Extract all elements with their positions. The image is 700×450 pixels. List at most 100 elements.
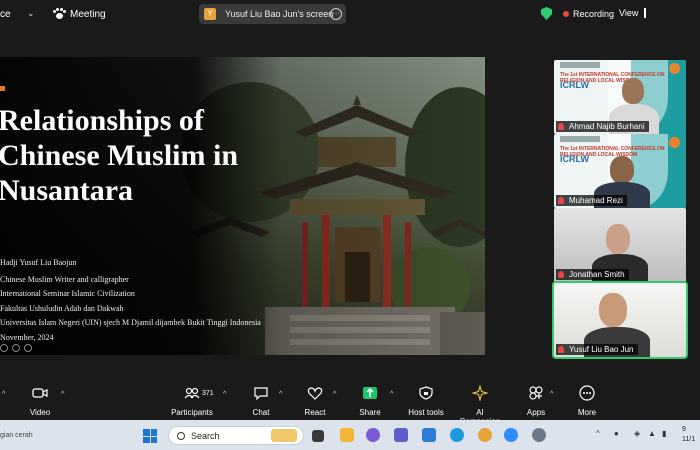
- weather-widget[interactable]: gian cerah: [0, 432, 33, 439]
- audio-options-arrow[interactable]: ^: [2, 391, 5, 398]
- view-layout-icon: [644, 8, 647, 18]
- screen-share-indicator[interactable]: Y Yusuf Liu Bao Jun's screen ···: [199, 4, 346, 24]
- zoom-out-icon[interactable]: [12, 344, 20, 352]
- participant-name-tag: Ahmad Najib Burhani: [556, 121, 649, 132]
- apps-options-arrow[interactable]: ^: [550, 391, 553, 398]
- volume-icon[interactable]: ▲: [648, 429, 656, 438]
- video-button[interactable]: Video: [28, 383, 52, 417]
- active-speaker-tile[interactable]: Yusuf Liu Bao Jun: [552, 281, 688, 359]
- recording-dot-icon: [563, 11, 569, 17]
- video-label: Video: [29, 408, 51, 417]
- taskbar-clock[interactable]: 9 11/1: [682, 425, 695, 445]
- react-button[interactable]: React: [303, 383, 327, 417]
- muted-mic-icon: [558, 123, 564, 130]
- banner-acronym: ICRLW: [560, 154, 589, 164]
- more-dots-icon: [579, 385, 595, 401]
- participant-tile[interactable]: The 1st INTERNATIONAL CONFERENCE ON RELI…: [554, 134, 686, 208]
- tray-chevron-icon[interactable]: ^: [596, 429, 600, 438]
- participant-name-tag: Yusuf Liu Bao Jun: [556, 344, 638, 355]
- participant-tile[interactable]: Jonathan Smith: [554, 208, 686, 282]
- participants-count: 371: [202, 390, 214, 397]
- encryption-shield-icon[interactable]: [541, 7, 552, 20]
- top-bar: ce ⌄ Meeting Y Yusuf Liu Bao Jun's scree…: [0, 0, 700, 28]
- chat-button[interactable]: Chat: [251, 383, 271, 417]
- slide-title-line: Chinese Muslim in: [0, 139, 239, 172]
- participant-name: Yusuf Liu Bao Jun: [569, 345, 634, 354]
- edge-icon[interactable]: [450, 428, 464, 442]
- participants-options-arrow[interactable]: ^: [223, 391, 226, 398]
- more-options-icon[interactable]: ···: [330, 8, 342, 20]
- teams-icon[interactable]: [394, 428, 408, 442]
- slide-info-line: Chinese Muslim Writer and calligrapher: [0, 275, 129, 284]
- chat-label: Chat: [252, 408, 270, 417]
- share-options-arrow[interactable]: ^: [390, 391, 393, 398]
- banner-acronym: ICRLW: [560, 80, 589, 90]
- share-screen-icon: [363, 387, 377, 399]
- paw-icon: [53, 8, 66, 20]
- chevron-down-icon[interactable]: ⌄: [27, 8, 35, 19]
- react-options-arrow[interactable]: ^: [333, 391, 336, 398]
- search-placeholder: Search: [191, 430, 220, 441]
- view-button[interactable]: View: [619, 8, 647, 18]
- host-tools-label: Host tools: [408, 408, 444, 417]
- settings-gear-icon[interactable]: [532, 428, 546, 442]
- share-label: Share: [359, 408, 381, 417]
- video-options-arrow[interactable]: ^: [61, 391, 64, 398]
- participant-name: Ahmad Najib Burhani: [569, 122, 645, 131]
- recording-indicator[interactable]: Recording: [563, 9, 614, 19]
- participant-tile[interactable]: The 1st INTERNATIONAL CONFERENCE ON RELI…: [554, 60, 686, 134]
- sharer-avatar-icon: Y: [204, 8, 216, 20]
- apps-icon: [529, 386, 543, 400]
- slide-title: Relationships of Chinese Muslim in Nusan…: [0, 103, 298, 208]
- more-label: More: [577, 408, 597, 417]
- slide-control-icons[interactable]: [0, 344, 32, 352]
- chat-options-arrow[interactable]: ^: [279, 391, 282, 398]
- participants-button[interactable]: Participants: [171, 383, 213, 417]
- apps-button[interactable]: Apps: [526, 383, 546, 417]
- slide-info-line: Universitas Islam Negeri (UIN) sjech M D…: [0, 318, 261, 327]
- search-icon: [177, 431, 185, 440]
- apps-label: Apps: [526, 408, 546, 417]
- window-name-fragment: ce: [0, 9, 11, 20]
- slide-accent-marker: [0, 86, 5, 91]
- muted-mic-icon: [558, 197, 564, 204]
- view-label: View: [619, 8, 639, 18]
- taskbar-search-box[interactable]: Search: [168, 426, 304, 445]
- microphone-icon[interactable]: ●: [614, 429, 619, 438]
- host-tools-button[interactable]: Host tools: [408, 383, 444, 417]
- chrome-icon[interactable]: [478, 428, 492, 442]
- meeting-info-button[interactable]: Meeting: [53, 8, 106, 20]
- participant-name: Jonathan Smith: [569, 270, 625, 279]
- slide-date: November, 2024: [0, 333, 54, 342]
- zoom-window: ce ⌄ Meeting Y Yusuf Liu Bao Jun's scree…: [0, 0, 700, 450]
- slide-info-line: International Seminar Islamic Civilizati…: [0, 289, 135, 298]
- task-view-icon[interactable]: [312, 430, 324, 442]
- chat-bubble-icon: [254, 387, 268, 400]
- participant-name-tag: Muhamad Rezi: [556, 195, 627, 206]
- wifi-icon[interactable]: ◈: [634, 429, 640, 438]
- search-highlight-image: [271, 429, 297, 442]
- store-icon[interactable]: [422, 428, 436, 442]
- slide-title-line: Nusantara: [0, 174, 134, 207]
- more-icon[interactable]: [24, 344, 32, 352]
- more-button[interactable]: More: [576, 383, 598, 417]
- host-shield-icon: [419, 386, 433, 400]
- muted-mic-icon: [558, 271, 564, 278]
- zoom-in-icon[interactable]: [0, 344, 8, 352]
- meeting-toolbar: ^ Video ^ Participants 371 ^ Chat ^ Reac…: [0, 383, 700, 426]
- windows-start-icon[interactable]: [143, 429, 157, 443]
- file-explorer-icon[interactable]: [340, 428, 354, 442]
- video-camera-icon: [32, 388, 48, 398]
- share-label: Yusuf Liu Bao Jun's screen: [225, 9, 334, 19]
- participants-label: Participants: [171, 408, 213, 417]
- participant-name-tag: Jonathan Smith: [556, 269, 629, 280]
- shared-screen-slide: Relationships of Chinese Muslim in Nusan…: [0, 57, 485, 355]
- slide-info-line: Fakultas Ushuludin Adab dan Dakwah: [0, 304, 124, 313]
- react-label: React: [304, 408, 326, 417]
- copilot-icon[interactable]: [366, 428, 380, 442]
- share-button[interactable]: Share: [358, 383, 382, 417]
- zoom-app-icon[interactable]: [504, 428, 518, 442]
- battery-icon[interactable]: ▮: [662, 429, 666, 438]
- heart-icon: [307, 387, 323, 400]
- recording-label: Recording: [573, 9, 615, 19]
